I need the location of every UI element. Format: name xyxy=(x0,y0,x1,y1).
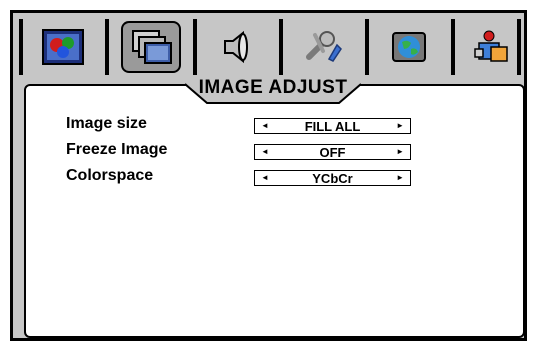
menu-tab-bar xyxy=(17,17,521,75)
image-size-value: FILL ALL xyxy=(304,118,361,134)
colorspace-label: Colorspace xyxy=(66,167,154,184)
colorspace-value: YCbCr xyxy=(312,170,353,186)
colorspace-selector[interactable]: ◄ YCbCr ► xyxy=(254,170,411,186)
globe-icon xyxy=(387,27,431,67)
tab-tools[interactable] xyxy=(293,21,353,73)
right-arrow-icon[interactable]: ► xyxy=(396,121,404,131)
left-arrow-icon[interactable]: ◄ xyxy=(261,147,269,157)
tab-separator xyxy=(279,19,283,75)
image-adjust-icon xyxy=(129,27,173,67)
freeze-image-value: OFF xyxy=(319,144,346,160)
image-size-label: Image size xyxy=(66,115,147,132)
left-arrow-icon[interactable]: ◄ xyxy=(261,173,269,183)
tab-separator xyxy=(19,19,23,75)
left-arrow-icon[interactable]: ◄ xyxy=(261,121,269,131)
settings-icon xyxy=(469,27,513,67)
freeze-image-selector[interactable]: ◄ OFF ► xyxy=(254,144,411,160)
right-arrow-icon[interactable]: ► xyxy=(396,147,404,157)
tab-separator xyxy=(451,19,455,75)
tools-icon xyxy=(301,27,345,67)
tab-globe[interactable] xyxy=(379,21,439,73)
tab-separator xyxy=(105,19,109,75)
menu-title-tab: IMAGE ADJUST xyxy=(185,76,361,104)
tab-settings[interactable] xyxy=(461,21,521,73)
tab-separator xyxy=(365,19,369,75)
settings-panel: Image size ◄ FILL ALL ► Freeze Image ◄ O… xyxy=(24,84,525,338)
tab-picture[interactable] xyxy=(33,21,93,73)
picture-icon xyxy=(41,27,85,67)
right-arrow-icon[interactable]: ► xyxy=(396,173,404,183)
menu-title: IMAGE ADJUST xyxy=(198,77,348,98)
freeze-image-label: Freeze Image xyxy=(66,141,168,158)
tab-image-adjust[interactable] xyxy=(121,21,181,73)
tab-audio[interactable] xyxy=(207,21,267,73)
tab-separator xyxy=(193,19,197,75)
tab-separator xyxy=(517,19,521,75)
audio-icon xyxy=(215,27,259,67)
osd-menu-frame: Image size ◄ FILL ALL ► Freeze Image ◄ O… xyxy=(10,10,527,341)
image-size-selector[interactable]: ◄ FILL ALL ► xyxy=(254,118,411,134)
